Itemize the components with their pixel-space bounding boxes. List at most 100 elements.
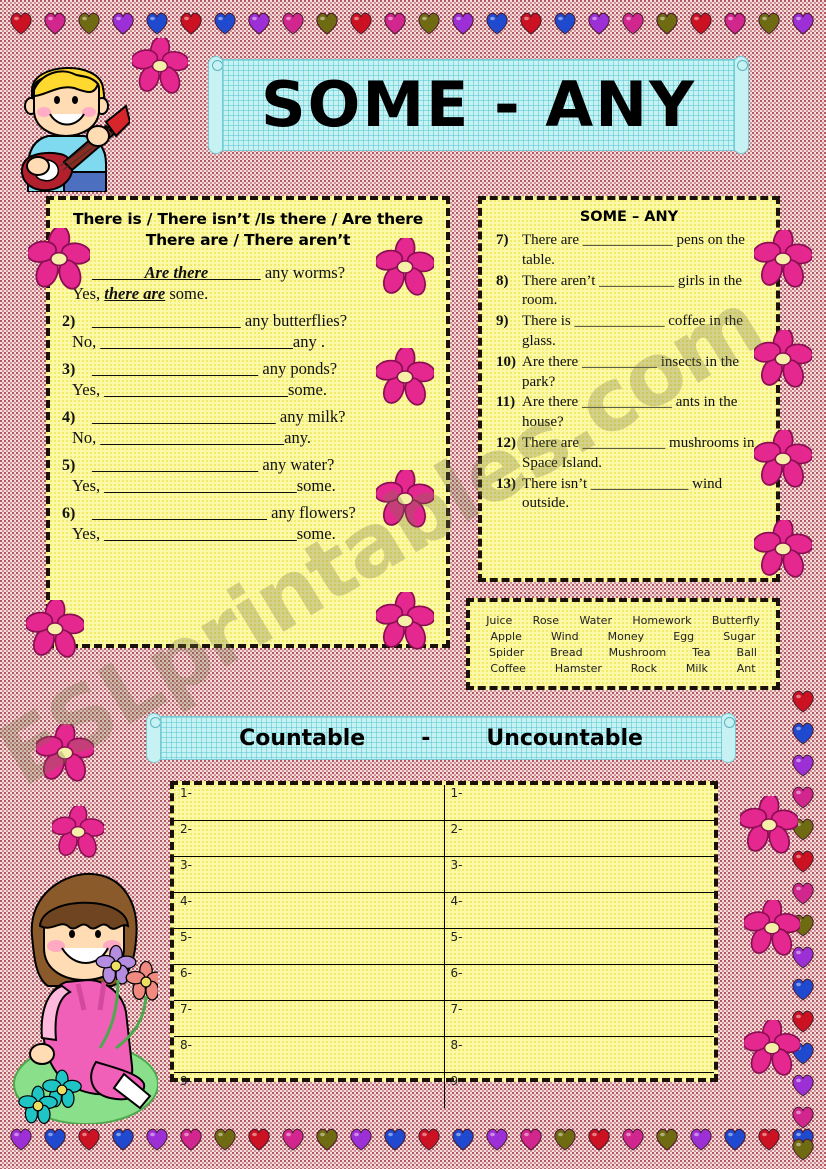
word-bank-item[interactable]: Rose	[533, 614, 559, 627]
word-bank-item[interactable]: Mushroom	[609, 646, 667, 659]
uncountable-cell[interactable]: 6-	[443, 964, 714, 1001]
question-tail: any worms?	[260, 262, 346, 282]
countable-cell[interactable]: 5-	[174, 928, 445, 965]
flower-icon	[754, 430, 812, 488]
some-any-item[interactable]: 11) Are there ____________ ants in the ho…	[496, 393, 768, 433]
heart-icon	[246, 12, 272, 35]
item-text[interactable]: There is ____________ coffee in the glas…	[522, 312, 768, 352]
word-bank-item[interactable]: Sugar	[723, 630, 755, 643]
question-text[interactable]: _________________ any butterflies?	[92, 311, 446, 331]
answer-row[interactable]: No, _____________________any.	[50, 428, 446, 448]
heart-icon	[314, 12, 340, 35]
countable-cell[interactable]: 7-	[174, 1000, 445, 1037]
heart-icon	[756, 1128, 782, 1151]
heart-icon	[688, 1128, 714, 1151]
uncountable-cell[interactable]: 2-	[443, 820, 714, 857]
item-number: 10)	[496, 353, 516, 370]
uncountable-cell[interactable]: 1-	[443, 785, 714, 821]
word-bank-item[interactable]: Butterfly	[712, 614, 760, 627]
word-bank-item[interactable]: Wind	[551, 630, 579, 643]
uncountable-cell[interactable]: 4-	[443, 892, 714, 929]
answer-blank[interactable]: ___________________	[92, 359, 258, 378]
word-bank-item[interactable]: Milk	[686, 662, 708, 675]
question-text[interactable]: _____________________ any milk?	[92, 407, 446, 427]
countable-cell[interactable]: 8-	[174, 1036, 445, 1073]
item-text[interactable]: There aren’t __________ girls in the roo…	[522, 272, 768, 312]
item-text[interactable]: Are there ____________ ants in the house…	[522, 393, 768, 433]
heart-icon	[620, 12, 646, 35]
some-any-item[interactable]: 8) There aren’t __________ girls in the r…	[496, 272, 768, 312]
answer-prefix: Yes,	[72, 523, 105, 543]
uncountable-cell[interactable]: 5-	[443, 928, 714, 965]
countable-cell[interactable]: 9-	[174, 1072, 445, 1108]
countable-label: Countable	[239, 725, 366, 751]
word-bank-item[interactable]: Rock	[631, 662, 657, 675]
word-bank-item[interactable]: Ball	[737, 646, 757, 659]
word-bank-item[interactable]: Bread	[550, 646, 582, 659]
answer-blank[interactable]: ______________________	[100, 332, 293, 351]
answer-blank[interactable]: ______________________	[104, 476, 297, 495]
flower-icon	[376, 348, 434, 406]
item-number: 8)	[496, 272, 509, 289]
some-any-item[interactable]: 10) Are there __________ insects in the p…	[496, 353, 768, 393]
heart-icon	[42, 12, 68, 35]
answer-tail: any.	[284, 427, 312, 447]
answer-blank[interactable]: _____________________	[92, 407, 276, 426]
countable-cell[interactable]: 1-	[174, 785, 445, 821]
question-row: 4) _____________________ any milk?	[50, 407, 446, 427]
word-bank-item[interactable]: Tea	[692, 646, 710, 659]
countable-cell[interactable]: 6-	[174, 964, 445, 1001]
heart-icon	[382, 12, 408, 35]
right-box-heading: SOME – ANY	[579, 209, 679, 225]
word-bank-item[interactable]: Juice	[486, 614, 512, 627]
heart-icon	[484, 1128, 510, 1151]
countable-cell[interactable]: 3-	[174, 856, 445, 893]
cu-scroll-curl-right	[720, 713, 736, 763]
heart-icon	[178, 12, 204, 35]
table-row: 6- 6-	[174, 964, 714, 1001]
countable-cell[interactable]: 4-	[174, 892, 445, 929]
heart-icon	[722, 1128, 748, 1151]
answer-tail: some.	[296, 523, 336, 543]
some-any-item[interactable]: 9) There is ____________ coffee in the gl…	[496, 312, 768, 352]
some-any-item[interactable]: 7) There are ____________ pens on the tab…	[496, 231, 768, 271]
answer-prefix: No,	[72, 427, 101, 447]
answer-blank[interactable]: ___________________	[92, 455, 258, 474]
answer-tail: some.	[165, 283, 209, 303]
word-bank-item[interactable]: Ant	[737, 662, 756, 675]
some-any-item[interactable]: 12) There are ___________ mushrooms in Sp…	[496, 434, 768, 474]
answer-blank[interactable]: _________________	[92, 311, 241, 330]
word-bank-item[interactable]: Water	[579, 614, 612, 627]
word-bank-item[interactable]: Homework	[632, 614, 691, 627]
heart-icon	[76, 12, 102, 35]
heart-icon	[8, 1128, 34, 1151]
some-any-item[interactable]: 13) There isn’t _____________ wind outsid…	[496, 475, 768, 515]
answer-blank[interactable]: ______	[92, 263, 145, 282]
heart-icon	[144, 1128, 170, 1151]
uncountable-cell[interactable]: 7-	[443, 1000, 714, 1037]
answer-blank[interactable]: ______________________	[104, 524, 297, 543]
word-bank-item[interactable]: Hamster	[555, 662, 602, 675]
word-bank-item[interactable]: Money	[608, 630, 644, 643]
countable-cell[interactable]: 2-	[174, 820, 445, 857]
heart-icon	[450, 1128, 476, 1151]
heart-icon	[790, 1138, 816, 1161]
flower-icon	[376, 470, 434, 528]
word-bank-item[interactable]: Spider	[489, 646, 524, 659]
answer-blank[interactable]: _____________________	[100, 428, 284, 447]
word-bank-row: Coffee Hamster Rock Milk Ant	[476, 660, 770, 676]
word-bank-item[interactable]: Coffee	[490, 662, 526, 675]
heart-icon	[552, 12, 578, 35]
answer-blank[interactable]: ______	[208, 263, 261, 282]
item-text[interactable]: Are there __________ insects in the park…	[522, 353, 768, 393]
item-text[interactable]: There are ____________ pens on the table…	[522, 231, 768, 271]
uncountable-cell[interactable]: 3-	[443, 856, 714, 893]
uncountable-cell[interactable]: 9-	[443, 1072, 714, 1108]
word-bank-item[interactable]: Egg	[673, 630, 694, 643]
answer-blank[interactable]: ____________________	[92, 503, 267, 522]
item-text[interactable]: There isn’t _____________ wind outside.	[522, 475, 768, 515]
word-bank-item[interactable]: Apple	[491, 630, 522, 643]
uncountable-cell[interactable]: 8-	[443, 1036, 714, 1073]
answer-blank[interactable]: _____________________	[104, 380, 288, 399]
item-text[interactable]: There are ___________ mushrooms in Space…	[522, 434, 768, 474]
